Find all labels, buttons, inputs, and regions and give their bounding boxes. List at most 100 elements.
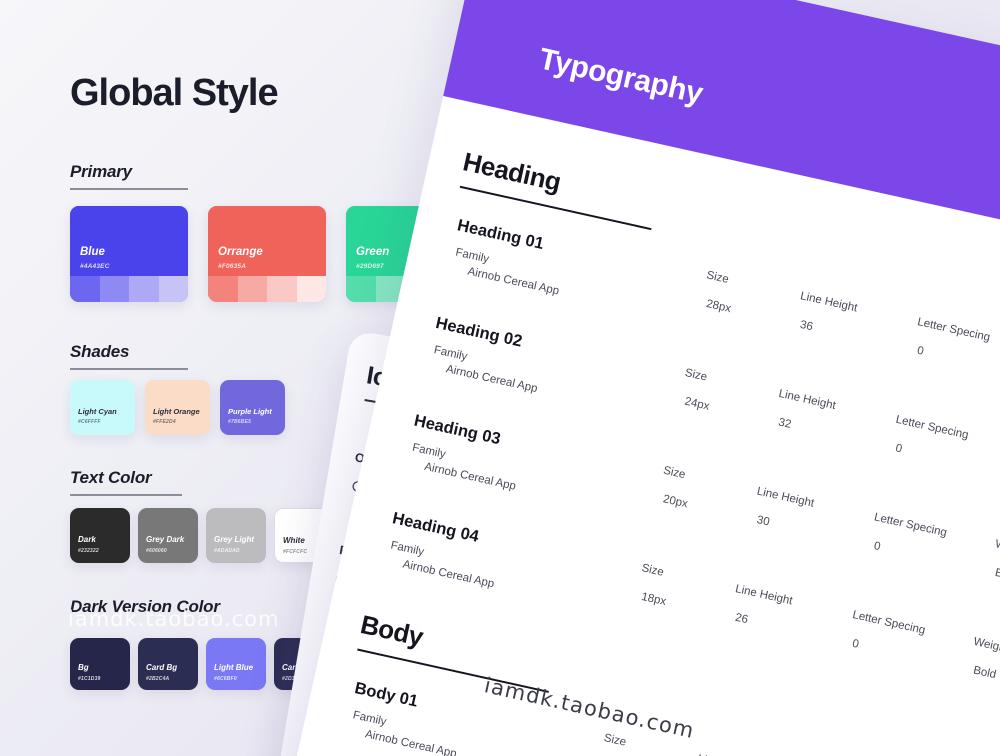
swatch-tint	[296, 276, 326, 302]
swatch-hex: #29D697	[356, 263, 384, 270]
shade-swatch[interactable]: Light Orange #FFE2D4	[145, 380, 210, 435]
typography-line-height: Line Height 36	[793, 290, 859, 342]
typography-size-value: 20px	[661, 493, 689, 511]
page-title: Global Style	[70, 72, 279, 114]
typography-line-height-value: 30	[755, 514, 771, 529]
swatch-hex: #232322	[78, 548, 99, 554]
swatch-tint-row	[70, 276, 188, 302]
typography-family-label: Family	[432, 344, 469, 364]
swatch-hex: #4A43EC	[80, 263, 110, 270]
typography-line-height-value: 26	[733, 611, 750, 627]
dark-version-swatch[interactable]: Bg #1C1D39	[70, 638, 130, 690]
swatch-tint	[70, 276, 100, 302]
typography-line-height-label: Line Height	[734, 583, 794, 608]
swatch-tint-row	[208, 276, 326, 302]
typography-family-label: Family	[389, 539, 426, 559]
swatch-tint	[237, 276, 267, 302]
dark-version-swatch[interactable]: Card Bg #2B2C4A	[138, 638, 198, 690]
swatch-name: White	[283, 536, 305, 545]
dark-version-swatch[interactable]: Light Blue #6C6BF0	[206, 638, 266, 690]
typography-family-label: Family	[454, 246, 491, 266]
swatch-name: Blue	[80, 246, 105, 258]
primary-swatch[interactable]: Blue #4A43EC	[70, 206, 188, 302]
typography-letter-spacing-label: Letter Specing	[894, 413, 970, 442]
swatch-tint	[208, 276, 238, 302]
typography-letter-spacing-label: Letter Specing	[872, 511, 948, 540]
typography-section-title: Body	[357, 609, 426, 652]
typography-line-height-value: 32	[777, 416, 793, 431]
typography-weight: Weight Bold	[988, 538, 1000, 585]
typography-weight-label: Weight	[972, 635, 1000, 656]
text-color-swatch[interactable]: Grey Dark #606060	[138, 508, 198, 563]
section-title-shades: Shades	[70, 342, 130, 361]
shade-swatch[interactable]: Light Cyan #C6FFFF	[70, 380, 135, 435]
swatch-tint	[99, 276, 129, 302]
swatch-name: Grey Light	[214, 535, 255, 544]
typography-letter-spacing: Letter Specing 0	[889, 413, 970, 469]
typography-family-value: Airnob Cereal App	[423, 460, 517, 493]
typography-family-value: Airnob Cereal App	[444, 363, 539, 396]
section-title-primary: Primary	[70, 162, 132, 181]
swatch-tint	[158, 276, 188, 302]
swatch-name: Bg	[78, 663, 89, 672]
typography-letter-spacing-value: 0	[872, 540, 882, 554]
typography-size: Size 20px	[656, 465, 695, 511]
typography-line-height-value: 36	[798, 318, 814, 334]
typography-header	[443, 0, 1000, 261]
typography-family-value: Airnob Cereal App	[466, 265, 561, 298]
primary-swatch[interactable]: Orrange #F0635A	[208, 206, 326, 302]
swatch-hex: #F0635A	[218, 263, 247, 270]
swatch-name: Card Bg	[146, 663, 178, 672]
swatch-tint	[129, 276, 159, 302]
swatch-hex: #ADADAD	[214, 548, 240, 554]
typography-size: Size16px	[597, 732, 636, 756]
swatch-hex: #7B6BE5	[228, 419, 252, 425]
typography-line-height-label: Line Height	[799, 290, 859, 315]
typography-line-height: Line Height 26	[728, 583, 794, 635]
swatch-hex: #FCFCFC	[283, 549, 308, 555]
typography-size-label: Size	[640, 562, 665, 579]
typography-size-label: Size	[705, 269, 730, 286]
text-color-swatch[interactable]: Grey Light #ADADAD	[206, 508, 266, 563]
typography-line-height: Line Height 30	[750, 485, 816, 537]
section-rule-shades	[70, 368, 188, 370]
typography-size-label: Size	[683, 367, 709, 384]
typography-size-value: 18px	[640, 590, 668, 609]
typography-size-value: 28px	[705, 298, 733, 316]
typography-size: Size 28px	[699, 269, 738, 315]
swatch-name: Light Orange	[153, 407, 200, 416]
typography-letter-spacing: Letter Specing 0	[845, 609, 926, 664]
swatch-hex: #C6FFFF	[78, 419, 101, 425]
swatch-hex: #2B2C4A	[146, 676, 170, 682]
typography-letter-spacing-label: Letter Specing	[851, 609, 927, 637]
swatch-name: Dark	[78, 535, 96, 544]
typography-letter-spacing-label: Letter Specing	[916, 316, 992, 344]
typography-size: Size 24px	[678, 367, 717, 413]
swatch-name: Orrange	[218, 246, 263, 258]
typography-size-label: Size	[602, 732, 628, 749]
shade-swatch[interactable]: Purple Light #7B6BE5	[220, 380, 285, 435]
typography-letter-spacing-value: 0	[851, 637, 860, 651]
swatch-name: Light Blue	[214, 663, 254, 672]
swatch-name: Purple Light	[228, 407, 272, 416]
typography-letter-spacing-value: 0	[916, 344, 925, 358]
section-rule-text-color	[70, 494, 182, 496]
typography-family-label: Family	[351, 709, 388, 729]
typography-letter-spacing: Letter Specing 0	[867, 511, 948, 566]
typography-letter-spacing-value: 0	[894, 442, 904, 456]
typography-family-value: Airnob Cereal App	[363, 728, 458, 756]
swatch-name: Green	[356, 246, 390, 258]
typography-line-height-label: Line Height	[777, 387, 837, 413]
swatch-hex: #1C1D39	[78, 676, 101, 682]
swatch-name: Grey Dark	[146, 535, 185, 544]
typography-line-height-label: Line Height	[755, 485, 816, 510]
typography-family-label: Family	[411, 441, 447, 461]
swatch-name: Light Cyan	[78, 407, 117, 416]
typography-weight: Weight Bold	[966, 636, 1000, 683]
typography-letter-spacing: Letter Specing 0	[910, 316, 991, 371]
swatch-hex: #606060	[146, 548, 167, 554]
typography-size-label: Size	[662, 464, 687, 482]
text-color-swatch[interactable]: Dark #232322	[70, 508, 130, 563]
typography-family-value: Airnob Cereal App	[401, 558, 496, 591]
watermark-left: iamdk.taobao.com	[68, 607, 280, 631]
